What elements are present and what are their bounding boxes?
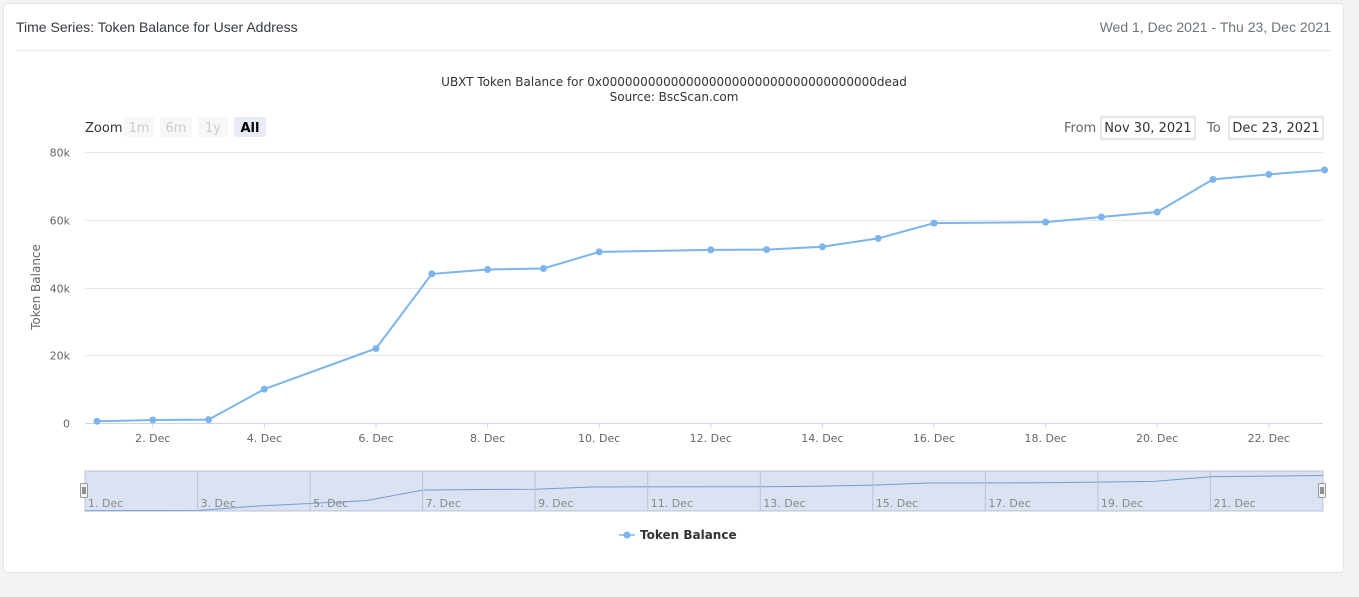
to-label: To (1206, 121, 1221, 136)
data-point[interactable] (372, 345, 380, 352)
zoom-button-6m[interactable]: 6m (160, 117, 192, 137)
zoom-button-all[interactable]: All (234, 117, 266, 137)
data-point[interactable] (1097, 213, 1105, 221)
data-point[interactable] (1209, 175, 1217, 183)
zoom-button-label: 1m (129, 121, 150, 136)
y-axis-ticks: 0 20k 40k 60k 80k (50, 147, 71, 431)
from-date-input[interactable]: Nov 30, 2021 (1100, 116, 1196, 140)
zoom-button-label: 6m (166, 121, 187, 136)
zoom-button-1m[interactable]: 1m (124, 117, 154, 137)
zoom-button-label: 1y (205, 121, 221, 136)
x-tick-label: 16. Dec (913, 432, 955, 445)
x-tick-label: 6. Dec (358, 432, 393, 445)
data-point[interactable] (539, 265, 547, 272)
y-tick-label: 80k (50, 147, 71, 160)
x-tick-label: 20. Dec (1136, 432, 1178, 445)
legend-item-token-balance[interactable]: Token Balance (619, 528, 737, 542)
y-tick-label: 40k (50, 283, 71, 296)
zoom-button-1y[interactable]: 1y (198, 117, 228, 137)
navigator-tick-label: 17. Dec (988, 497, 1030, 510)
data-point[interactable] (1042, 218, 1050, 226)
navigator-tick-label: 7. Dec (426, 497, 461, 510)
data-point[interactable] (1321, 166, 1329, 174)
y-tick-label: 20k (50, 350, 71, 363)
navigator-tick-label: 9. Dec (538, 497, 573, 510)
to-date-value: Dec 23, 2021 (1232, 121, 1319, 136)
zoom-button-label: All (241, 121, 260, 136)
time-series-chart: UBXT Token Balance for 0x000000000000000… (29, 75, 1329, 542)
data-point[interactable] (930, 219, 938, 227)
y-axis-title: Token Balance (29, 244, 43, 331)
navigator-tick-label: 13. Dec (763, 497, 805, 510)
navigator-tick-label: 11. Dec (651, 497, 693, 510)
from-date-value: Nov 30, 2021 (1104, 121, 1191, 136)
data-point[interactable] (707, 246, 715, 254)
navigator-handle-right[interactable] (1318, 483, 1326, 498)
x-tick-label: 2. Dec (135, 432, 170, 445)
data-point[interactable] (1153, 208, 1161, 216)
navigator-tick-label: 19. Dec (1101, 497, 1143, 510)
legend-marker (623, 531, 631, 539)
navigator-tick-label: 15. Dec (876, 497, 918, 510)
data-point[interactable] (205, 416, 213, 424)
data-point[interactable] (1265, 170, 1273, 178)
data-point[interactable] (484, 266, 492, 273)
navigator-handle-left[interactable] (80, 483, 88, 498)
x-tick-label: 4. Dec (247, 432, 282, 445)
y-tick-label: 60k (50, 215, 71, 228)
data-point[interactable] (149, 416, 157, 424)
grid-lines (85, 152, 1323, 356)
navigator-tick-label: 5. Dec (313, 497, 348, 510)
chart-subtitle: Source: BscScan.com (610, 90, 739, 104)
x-tick-label: 22. Dec (1248, 432, 1290, 445)
x-axis-ticks: 2. Dec 4. Dec 6. Dec 8. Dec 10. Dec 12. Dec 14… (135, 423, 1290, 445)
navigator-tick-label: 3. Dec (201, 497, 236, 510)
zoom-label: Zoom (85, 121, 122, 136)
x-tick-label: 18. Dec (1024, 432, 1066, 445)
data-point[interactable] (260, 385, 268, 393)
y-tick-label: 0 (63, 418, 70, 431)
data-point[interactable] (818, 243, 826, 251)
navigator-tick-label: 21. Dec (1213, 497, 1255, 510)
data-point[interactable] (595, 248, 603, 256)
navigator-tick-label: 1. Dec (88, 497, 123, 510)
legend-label: Token Balance (640, 528, 737, 542)
x-tick-label: 8. Dec (470, 432, 505, 445)
data-point[interactable] (763, 246, 771, 254)
x-tick-label: 14. Dec (801, 432, 843, 445)
series-line (96, 169, 1325, 423)
to-date-input[interactable]: Dec 23, 2021 (1228, 116, 1324, 140)
chart-title: UBXT Token Balance for 0x000000000000000… (441, 75, 907, 89)
data-point[interactable] (874, 234, 882, 242)
x-tick-label: 12. Dec (690, 432, 732, 445)
navigator[interactable]: 1. Dec 3. Dec 5. Dec 7. Dec 9. Dec 11. Dec 13.… (80, 470, 1326, 512)
x-tick-label: 10. Dec (578, 432, 620, 445)
series-token-balance (93, 166, 1329, 425)
data-point[interactable] (428, 270, 436, 278)
data-point[interactable] (93, 417, 101, 425)
from-label: From (1064, 121, 1096, 136)
